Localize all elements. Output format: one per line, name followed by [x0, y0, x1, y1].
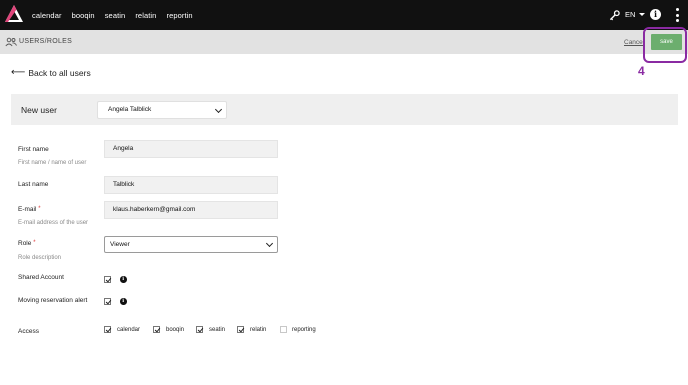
info-icon[interactable]: i	[650, 9, 661, 20]
nav-relatin[interactable]: relatin	[135, 11, 156, 20]
nav-calendar[interactable]: calendar	[32, 11, 62, 20]
email-label: E-mail *	[18, 206, 41, 213]
moving-alert-checkbox[interactable]	[104, 298, 111, 305]
language-selector[interactable]: EN	[625, 10, 635, 19]
role-select-value: Viewer	[110, 241, 130, 248]
role-hint: Role description	[18, 255, 62, 261]
role-label-text: Role	[18, 240, 32, 247]
first-name-field[interactable]: Angela	[104, 140, 278, 158]
back-link[interactable]: ⟵ Back to all users	[11, 67, 91, 79]
panel-title: New user	[21, 105, 57, 115]
user-select-dropdown[interactable]: Angela Talblick	[97, 101, 227, 119]
cancel-link[interactable]: Cancel	[624, 39, 644, 46]
nav-reportin[interactable]: reportin	[166, 11, 192, 20]
users-icon	[5, 37, 17, 47]
required-marker: *	[33, 240, 36, 246]
access-label: Access	[18, 328, 39, 335]
access-reporting-checkbox[interactable]	[280, 326, 287, 333]
shared-account-checkbox[interactable]	[104, 276, 111, 283]
arrow-left-icon: ⟵	[11, 67, 26, 78]
moving-alert-label: Moving reservation alert	[18, 297, 88, 304]
main-nav: calendar booqin seatin relatin reportin	[32, 0, 193, 30]
user-select-value: Angela Talblick	[108, 106, 152, 113]
last-name-value: Talblick	[113, 181, 135, 188]
key-icon[interactable]	[609, 10, 620, 21]
highlight-box	[643, 27, 687, 63]
step-number-annotation: 4	[638, 64, 645, 78]
top-navigation-bar: calendar booqin seatin relatin reportin …	[0, 0, 688, 30]
last-name-label: Last name	[18, 181, 49, 188]
section-header: USERS/ROLES Cancel	[0, 30, 688, 54]
access-relatin-label: relatin	[250, 327, 267, 333]
shared-account-label: Shared Account	[18, 274, 64, 281]
role-select[interactable]: Viewer	[104, 236, 278, 253]
access-relatin-checkbox[interactable]	[237, 326, 244, 333]
access-reporting-label: reporting	[292, 327, 316, 333]
role-label: Role *	[18, 240, 36, 247]
last-name-field[interactable]: Talblick	[104, 176, 278, 194]
nav-booqin[interactable]: booqin	[72, 11, 95, 20]
app-logo[interactable]	[4, 4, 24, 24]
email-hint: E-mail address of the user	[18, 220, 89, 226]
back-link-label: Back to all users	[28, 68, 91, 78]
chevron-down-icon[interactable]	[639, 13, 645, 16]
page-title: USERS/ROLES	[19, 38, 73, 45]
access-calendar-label: calendar	[117, 327, 141, 333]
more-options-icon[interactable]	[676, 8, 679, 22]
access-seatin-label: seatin	[209, 327, 226, 333]
info-icon[interactable]: i	[120, 276, 127, 283]
access-booqin-label: booqin	[166, 327, 185, 333]
required-marker: *	[38, 206, 41, 212]
first-name-value: Angela	[113, 145, 134, 152]
email-label-text: E-mail	[18, 206, 37, 213]
access-calendar-checkbox[interactable]	[104, 326, 111, 333]
email-field[interactable]: klaus.haberkern@gmail.com	[104, 201, 278, 219]
email-value: klaus.haberkern@gmail.com	[113, 206, 196, 213]
info-icon[interactable]: i	[120, 298, 127, 305]
access-seatin-checkbox[interactable]	[196, 326, 203, 333]
nav-seatin[interactable]: seatin	[105, 11, 126, 20]
first-name-label: First name	[18, 146, 49, 153]
first-name-hint: First name / name of user	[18, 160, 87, 166]
access-booqin-checkbox[interactable]	[153, 326, 160, 333]
